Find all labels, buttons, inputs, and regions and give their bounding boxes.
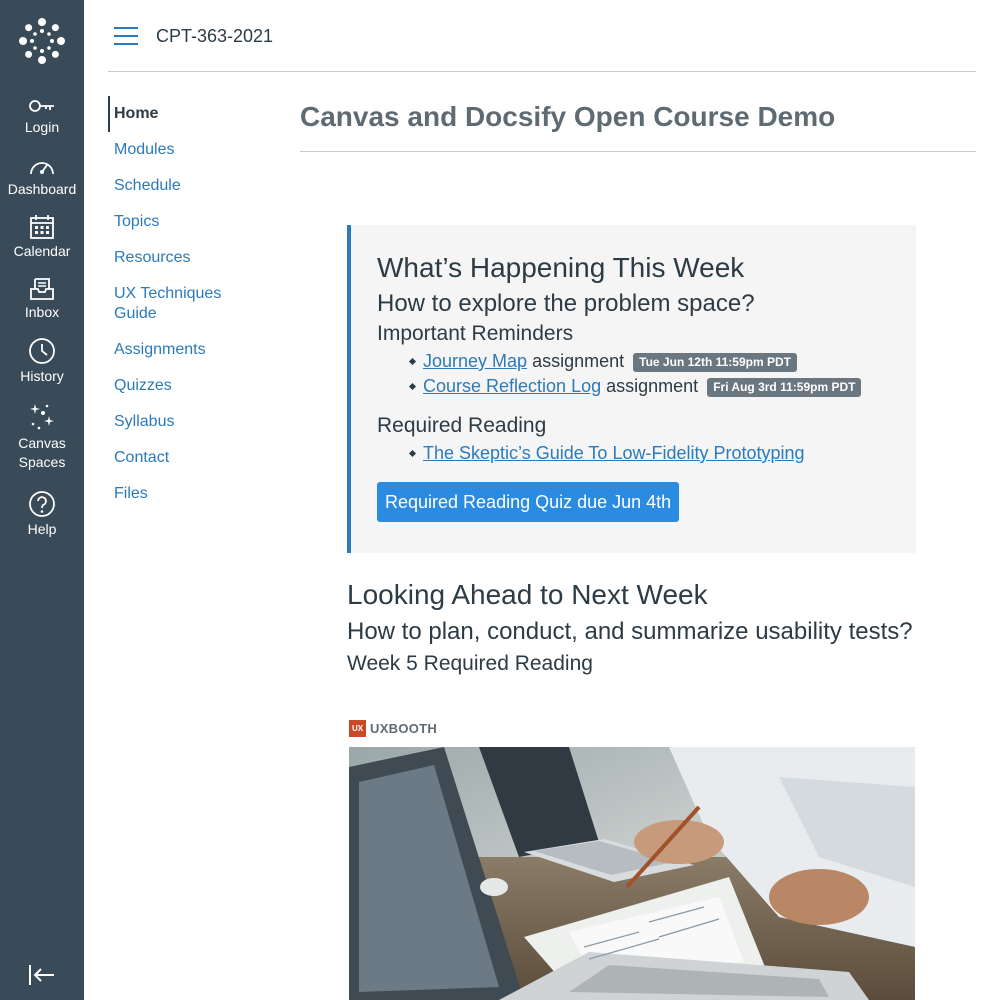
- course-nav-assignments[interactable]: Assignments: [108, 332, 278, 368]
- help-icon: [29, 491, 55, 517]
- nav-help[interactable]: Help: [0, 490, 84, 539]
- course-nav-syllabus[interactable]: Syllabus: [108, 404, 278, 440]
- journey-map-link[interactable]: Journey Map: [423, 351, 527, 371]
- this-week-heading: What’s Happening This Week: [377, 252, 745, 283]
- breadcrumb-course[interactable]: CPT-363-2021: [156, 26, 273, 47]
- course-nav-schedule[interactable]: Schedule: [108, 168, 278, 204]
- nav-help-label: Help: [27, 521, 57, 537]
- due-date-badge: Tue Jun 12th 11:59pm PDT: [633, 353, 797, 372]
- nav-dashboard-label: Dashboard: [7, 181, 77, 197]
- week5-reading-heading: Week 5 Required Reading: [347, 652, 593, 675]
- nav-history[interactable]: History: [0, 337, 84, 386]
- reminder-suffix: assignment: [606, 376, 699, 396]
- nav-canvas-spaces-label: Canvas Spaces: [18, 435, 66, 470]
- course-nav-contact[interactable]: Contact: [108, 440, 278, 476]
- course-nav-quizzes[interactable]: Quizzes: [108, 368, 278, 404]
- nav-inbox[interactable]: Inbox: [0, 277, 84, 322]
- course-reflection-log-link[interactable]: Course Reflection Log: [423, 376, 601, 396]
- list-item: The Skeptic’s Guide To Low-Fidelity Prot…: [423, 441, 916, 466]
- required-reading-heading: Required Reading: [377, 414, 547, 437]
- nav-login[interactable]: Login: [0, 96, 84, 137]
- key-icon: [29, 100, 54, 112]
- global-nav: Login Dashboard Calendar Inbox History C…: [0, 0, 84, 1000]
- course-nav-modules[interactable]: Modules: [108, 132, 278, 168]
- article-image[interactable]: [349, 747, 915, 1000]
- this-week-question: How to explore the problem space?: [377, 290, 755, 317]
- nav-inbox-label: Inbox: [24, 304, 60, 320]
- reading-quiz-button[interactable]: Required Reading Quiz due Jun 4th: [377, 482, 680, 522]
- course-nav-home[interactable]: Home: [108, 96, 278, 132]
- nav-canvas-spaces[interactable]: Canvas Spaces: [0, 402, 84, 472]
- reminder-suffix: assignment: [532, 351, 625, 371]
- nav-dashboard[interactable]: Dashboard: [0, 156, 84, 199]
- source-name: UXBOOTH: [370, 720, 438, 736]
- inbox-icon: [30, 278, 54, 300]
- reading-list: The Skeptic’s Guide To Low-Fidelity Prot…: [377, 441, 916, 466]
- nav-calendar-label: Calendar: [13, 243, 71, 259]
- article-photo: [349, 747, 915, 1000]
- dashboard-icon: [30, 162, 54, 175]
- course-nav-files[interactable]: Files: [108, 476, 278, 512]
- title-divider: [300, 151, 976, 152]
- calendar-icon: [30, 215, 54, 239]
- course-nav-resources[interactable]: Resources: [108, 240, 278, 276]
- page-title: Canvas and Docsify Open Course Demo: [300, 101, 836, 132]
- course-nav-topics[interactable]: Topics: [108, 204, 278, 240]
- skeptics-guide-link[interactable]: The Skeptic’s Guide To Low-Fidelity Prot…: [423, 443, 805, 463]
- collapse-nav-icon[interactable]: [28, 963, 56, 987]
- nav-history-label: History: [20, 368, 64, 384]
- next-week-question: How to plan, conduct, and summarize usab…: [347, 618, 913, 645]
- sparkles-icon: [30, 404, 54, 430]
- canvas-logo-icon[interactable]: [19, 18, 65, 64]
- reminders-heading: Important Reminders: [377, 322, 574, 345]
- nav-login-label: Login: [24, 119, 60, 135]
- article-source[interactable]: UX UXBOOTH: [349, 719, 437, 737]
- this-week-callout: What’s Happening This Week How to explor…: [347, 225, 916, 553]
- due-date-badge: Fri Aug 3rd 11:59pm PDT: [707, 378, 862, 397]
- list-item: Journey Map assignment Tue Jun 12th 11:5…: [423, 349, 916, 374]
- reminders-list: Journey Map assignment Tue Jun 12th 11:5…: [377, 349, 916, 399]
- nav-calendar[interactable]: Calendar: [0, 214, 84, 261]
- clock-icon: [29, 338, 55, 364]
- next-week-section: Looking Ahead to Next Week How to plan, …: [347, 578, 916, 677]
- course-nav-ux-techniques-guide[interactable]: UX Techniques Guide: [108, 276, 240, 332]
- header-divider: [108, 71, 976, 72]
- list-item: Course Reflection Log assignment Fri Aug…: [423, 374, 916, 399]
- hamburger-menu-button[interactable]: [114, 27, 138, 45]
- next-week-heading: Looking Ahead to Next Week: [347, 579, 708, 610]
- course-nav: Home Modules Schedule Topics Resources U…: [108, 96, 278, 512]
- uxbooth-logo-icon: UX: [349, 719, 366, 737]
